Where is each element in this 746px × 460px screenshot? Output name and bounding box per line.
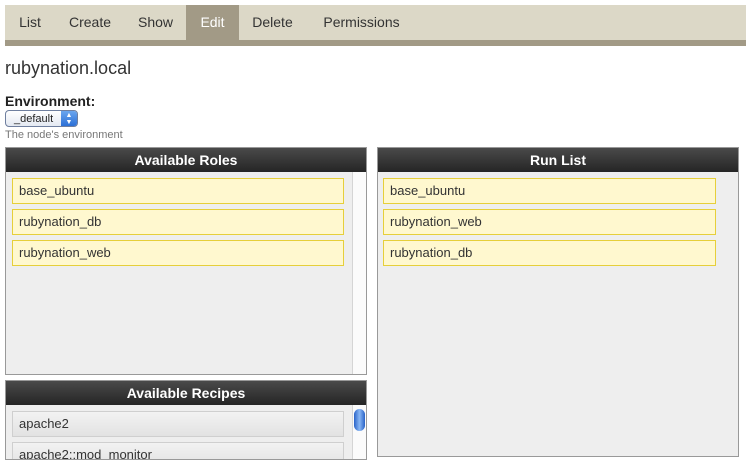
available-roles-list: base_ubuntu rubynation_db rubynation_web: [6, 172, 366, 374]
available-role-item[interactable]: base_ubuntu: [12, 178, 344, 204]
available-roles-scrollbar[interactable]: [352, 172, 366, 374]
tab-list[interactable]: List: [5, 5, 55, 40]
available-roles-panel: Available Roles base_ubuntu rubynation_d…: [5, 147, 367, 375]
tab-edit[interactable]: Edit: [186, 5, 239, 40]
available-recipes-header: Available Recipes: [6, 381, 366, 405]
available-recipe-item[interactable]: apache2::mod_monitor: [12, 442, 344, 459]
run-list-item[interactable]: rubynation_db: [383, 240, 716, 266]
tab-bar-underline: [5, 40, 746, 46]
available-recipe-item[interactable]: apache2: [12, 411, 344, 437]
tab-show[interactable]: Show: [125, 5, 186, 40]
scroll-thumb[interactable]: [354, 409, 365, 431]
environment-help-text: The node's environment: [5, 129, 123, 141]
environment-label: Environment:: [5, 93, 96, 109]
available-roles-header: Available Roles: [6, 148, 366, 172]
available-role-item[interactable]: rubynation_db: [12, 209, 344, 235]
select-arrows-icon: ▲ ▼: [61, 111, 77, 126]
tab-permissions[interactable]: Permissions: [306, 5, 417, 40]
environment-select[interactable]: _default ▲ ▼: [5, 110, 78, 127]
page-title: rubynation.local: [5, 58, 132, 78]
run-list-header: Run List: [378, 148, 738, 172]
environment-selected-value: _default: [14, 113, 54, 125]
tab-create[interactable]: Create: [55, 5, 125, 40]
available-role-item[interactable]: rubynation_web: [12, 240, 344, 266]
action-tab-bar: List Create Show Edit Delete Permissions: [5, 5, 746, 40]
available-recipes-panel: Available Recipes apache2 apache2::mod_m…: [5, 380, 367, 460]
run-list-items: base_ubuntu rubynation_web rubynation_db: [378, 172, 738, 456]
run-list-item[interactable]: base_ubuntu: [383, 178, 716, 204]
tab-delete[interactable]: Delete: [239, 5, 306, 40]
run-list-item[interactable]: rubynation_web: [383, 209, 716, 235]
run-list-panel: Run List base_ubuntu rubynation_web ruby…: [377, 147, 739, 457]
